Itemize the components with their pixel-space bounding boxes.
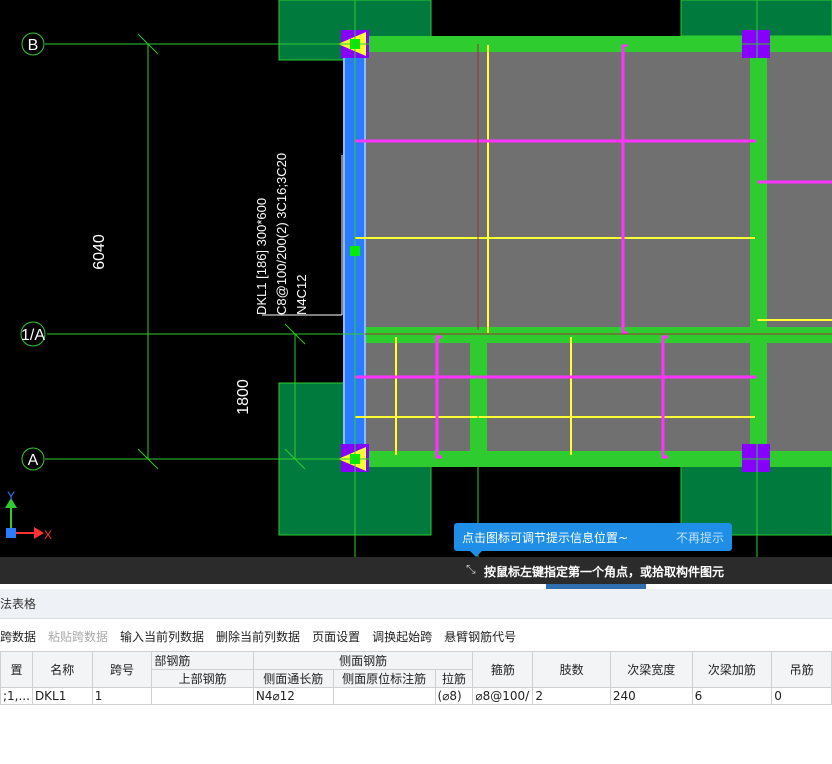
header-top-rebar-group: 部钢筋 <box>151 651 254 670</box>
cell-stirrup[interactable]: ⌀8@100/ <box>472 687 534 705</box>
header-side-continuous: 侧面通长筋 <box>252 669 334 688</box>
toolbar-delete-column[interactable]: 删除当前列数据 <box>216 630 300 644</box>
hint-tooltip[interactable]: 点击图标可调节提示信息位置~ 不再提示 <box>454 523 732 557</box>
cell-position[interactable]: ;1,... <box>0 687 33 705</box>
toolbar-insert-column[interactable]: 输入当前列数据 <box>120 630 204 644</box>
cell-hanger-bar[interactable]: 0 <box>771 687 832 705</box>
header-span: 跨号 <box>91 651 153 688</box>
slab-panel <box>365 52 750 327</box>
cell-span[interactable]: 1 <box>91 687 153 705</box>
cell-secondary-beam-width[interactable]: 240 <box>609 687 693 705</box>
toolbar-cantilever-code[interactable]: 悬臂钢筋代号 <box>444 630 516 644</box>
command-prompt: 按鼠标左键指定第一个角点，或拾取构件图元 <box>484 565 725 579</box>
tooltip-message[interactable]: 点击图标可调节提示信息位置~ <box>462 529 656 546</box>
header-hanger-bar: 吊筋 <box>771 651 832 688</box>
axis-y-label: Y <box>7 489 15 503</box>
axis-label-1a: 1/A <box>21 327 45 344</box>
cad-canvas[interactable]: B 1/A A 1 2 1800 6040 1800 DKL1 [186] 30… <box>0 0 832 584</box>
slab-panel <box>767 52 832 451</box>
rebar-table: 置 名称 跨号 部钢筋 侧面钢筋 箍筋 肢数 次梁宽度 次梁加筋 吊筋 上部钢筋… <box>0 651 832 705</box>
cell-tie-bar[interactable]: (⌀8) <box>434 687 474 705</box>
beam-right <box>750 36 767 467</box>
toolbar-swap-start-span[interactable]: 调换起始跨 <box>372 630 432 644</box>
toolbar-paste-span-data[interactable]: 粘贴跨数据 <box>48 630 108 644</box>
beam-annotation-line-1: DKL1 [186] 300*600 <box>254 198 269 315</box>
header-side-rebar-group: 侧面钢筋 <box>252 651 474 670</box>
panel-title: 法表格 <box>0 589 832 619</box>
header-legs: 肢数 <box>532 651 611 688</box>
header-secondary-beam-width: 次梁宽度 <box>609 651 693 688</box>
axis-x-label: X <box>44 528 52 542</box>
cell-side-continuous[interactable]: N4⌀12 <box>252 687 334 705</box>
slab-panel <box>487 343 750 451</box>
header-name: 名称 <box>31 651 93 688</box>
dont-show-again-link[interactable]: 不再提示 <box>676 529 724 546</box>
dimension-1800: 1800 <box>235 379 252 415</box>
cell-secondary-beam-rebar[interactable]: 6 <box>691 687 773 705</box>
header-position: 置 <box>0 651 33 688</box>
cell-legs[interactable]: 2 <box>532 687 611 705</box>
toolbar-page-setup[interactable]: 页面设置 <box>312 630 360 644</box>
header-tie-bar: 拉筋 <box>434 669 474 688</box>
table-toolbar: 跨数据 粘贴跨数据 输入当前列数据 删除当前列数据 页面设置 调换起始跨 悬臂钢筋代号 <box>0 624 832 650</box>
toolbar-copy-span-data[interactable]: 跨数据 <box>0 630 36 644</box>
cursor-move-icon[interactable]: ⤡ <box>466 562 480 576</box>
beam-annotation-line-2: C8@100/200(2) 3C16;3C20 <box>274 153 289 315</box>
cell-name[interactable]: DKL1 <box>31 687 93 705</box>
table-row[interactable]: ;1,... DKL1 1 N4⌀12 (⌀8) ⌀8@100/ 2 240 6… <box>0 687 832 705</box>
header-top-rebar: 上部钢筋 <box>151 669 254 688</box>
header-side-in-situ: 侧面原位标注筋 <box>332 669 436 688</box>
beam-annotation-line-3: N4C12 <box>294 275 309 315</box>
axis-label-a: A <box>28 452 39 469</box>
cell-side-in-situ[interactable] <box>332 687 436 705</box>
table-header-row: 置 名称 跨号 部钢筋 侧面钢筋 箍筋 肢数 次梁宽度 次梁加筋 吊筋 <box>0 651 832 688</box>
cell-top-rebar[interactable] <box>151 687 254 705</box>
slab-panel <box>365 343 470 451</box>
header-stirrup: 箍筋 <box>472 651 534 688</box>
axis-label-b: B <box>28 37 39 54</box>
ucs-axis-icon: Y X <box>5 489 52 542</box>
drawing[interactable]: B 1/A A 1 2 1800 6040 1800 DKL1 [186] 30… <box>0 0 832 584</box>
tooltip-tail <box>470 551 482 557</box>
dimension-6040: 6040 <box>91 234 108 270</box>
header-secondary-beam-rebar: 次梁加筋 <box>691 651 773 688</box>
